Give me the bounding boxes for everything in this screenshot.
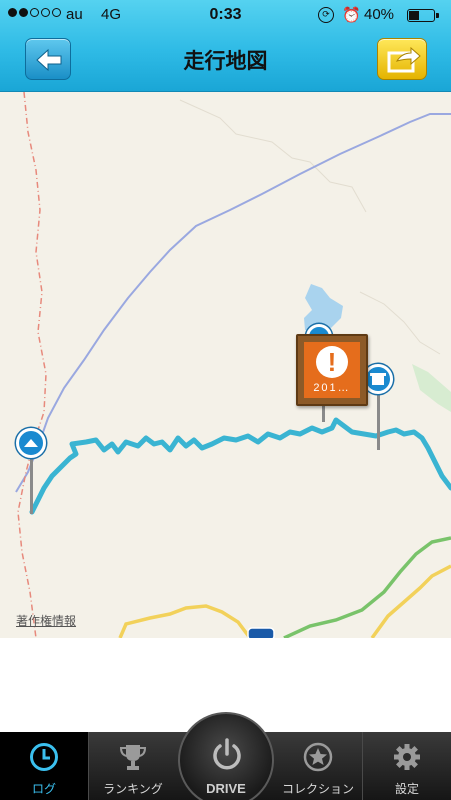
start-pin-icon bbox=[16, 428, 46, 458]
battery-percentage: 40% bbox=[364, 6, 395, 23]
route-map[interactable]: ! 201… 著作権情報 bbox=[0, 92, 451, 638]
power-icon bbox=[213, 738, 241, 770]
exclamation-icon: ! bbox=[316, 346, 348, 378]
navigation-header: au 4G 0:33 ⟳ ⏰ 40% 走行地図 bbox=[0, 0, 451, 92]
share-icon bbox=[387, 46, 421, 73]
share-button[interactable] bbox=[377, 38, 427, 80]
tab-label: 設定 bbox=[394, 782, 419, 796]
national-road bbox=[370, 564, 451, 638]
photo-signboard[interactable]: ! 201… bbox=[296, 334, 368, 406]
tab-settings[interactable]: 設定 bbox=[363, 732, 451, 800]
boundary-line bbox=[17, 92, 47, 638]
star-circle-icon bbox=[303, 742, 333, 772]
driven-route-line bbox=[29, 417, 451, 515]
trophy-icon bbox=[119, 745, 147, 770]
road-number-shield bbox=[247, 627, 275, 638]
terrain-line bbox=[359, 291, 441, 355]
tab-label: ログ bbox=[31, 782, 56, 796]
national-road bbox=[118, 604, 252, 638]
battery-icon bbox=[407, 9, 439, 22]
tab-ranking[interactable]: ランキング bbox=[89, 732, 177, 800]
tab-log[interactable]: ログ bbox=[0, 732, 88, 800]
status-bar: au 4G 0:33 ⟳ ⏰ 40% bbox=[0, 0, 451, 30]
tab-label: ランキング bbox=[103, 782, 163, 796]
drive-button[interactable]: DRIVE bbox=[178, 712, 274, 800]
orientation-lock-icon: ⟳ bbox=[318, 7, 334, 23]
gear-icon bbox=[394, 744, 420, 770]
signboard-label: 201… bbox=[313, 382, 351, 394]
sign-pole bbox=[322, 404, 325, 422]
app-root: { "status": { "signal_total": 5, "signal… bbox=[0, 0, 451, 800]
tab-collection[interactable]: コレクション bbox=[274, 732, 362, 800]
alarm-icon: ⏰ bbox=[342, 7, 361, 24]
marker-pole bbox=[377, 390, 380, 450]
clock-icon bbox=[30, 743, 58, 771]
green-area bbox=[412, 364, 451, 412]
copyright-link[interactable]: 著作権情報 bbox=[16, 612, 76, 629]
tab-label: コレクション bbox=[281, 782, 354, 796]
drive-label: DRIVE bbox=[206, 781, 246, 796]
green-road bbox=[283, 536, 451, 638]
